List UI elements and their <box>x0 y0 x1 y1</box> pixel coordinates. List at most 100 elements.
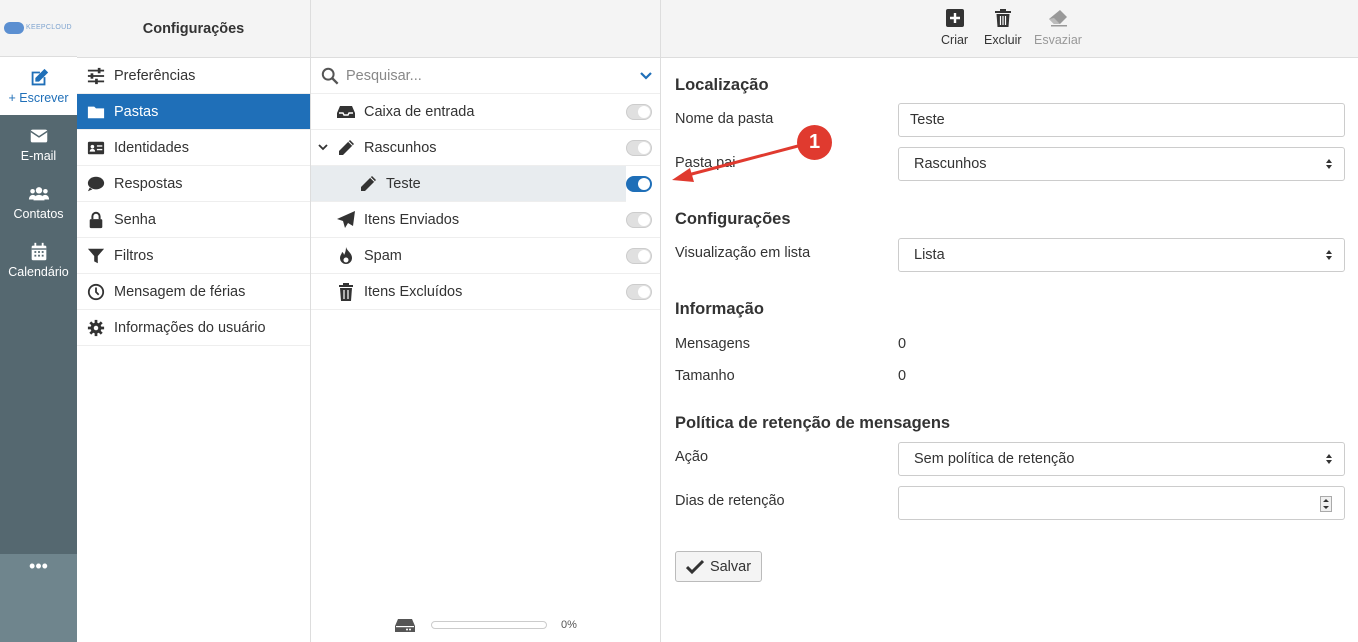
rail-item-label: E-mail <box>20 149 57 163</box>
retention-days-input[interactable] <box>898 486 1345 520</box>
rail-item-calendar[interactable]: Calendário <box>0 231 77 289</box>
folder-properties-panel: Criar Excluir Esvaziar Localização Nome … <box>661 0 1358 642</box>
compose-button[interactable]: + Escrever <box>0 57 77 115</box>
calendar-icon <box>31 242 46 261</box>
chevron-down-icon <box>318 144 328 151</box>
messages-value: 0 <box>898 336 907 352</box>
menu-item-password[interactable]: Senha <box>77 202 310 238</box>
menu-item-label: Filtros <box>114 247 154 264</box>
folder-name-label: Nome da pasta <box>675 111 774 127</box>
save-button[interactable]: Salvar <box>675 551 762 582</box>
checkmark-icon <box>685 559 704 574</box>
empty-label: Esvaziar <box>1034 33 1082 47</box>
subscribe-toggle[interactable] <box>626 284 652 300</box>
menu-item-filters[interactable]: Filtros <box>77 238 310 274</box>
menu-item-label: Respostas <box>114 175 183 192</box>
search-icon[interactable] <box>321 67 339 85</box>
parent-folder-select[interactable]: Rascunhos <box>898 147 1345 181</box>
subscribe-toggle[interactable] <box>626 212 652 228</box>
folder-row-inbox[interactable]: Caixa de entrada <box>311 94 660 130</box>
inbox-icon <box>337 105 355 118</box>
folder-label: Rascunhos <box>364 139 437 156</box>
folder-name-input[interactable]: Teste <box>898 103 1345 137</box>
select-arrows-icon <box>1326 159 1332 169</box>
rail-item-label: Calendário <box>8 265 69 279</box>
pencil-icon <box>339 139 354 155</box>
hard-drive-icon <box>395 619 415 632</box>
menu-item-label: Senha <box>114 211 156 228</box>
clock-icon <box>87 283 105 300</box>
select-arrows-icon <box>1326 250 1332 260</box>
menu-item-label: Pastas <box>114 103 159 120</box>
trash-icon <box>339 282 353 301</box>
comment-icon <box>87 176 105 191</box>
toolbar: Criar Excluir Esvaziar <box>661 0 1358 58</box>
folder-list-header <box>311 0 660 58</box>
retention-days-label: Dias de retenção <box>675 493 785 509</box>
folder-label: Caixa de entrada <box>364 103 475 120</box>
retention-action-select[interactable]: Sem política de retenção <box>898 442 1345 476</box>
rail-item-label: Contatos <box>13 207 64 221</box>
folder-row-teste[interactable]: Teste <box>311 166 660 202</box>
folder-icon <box>87 106 105 118</box>
users-icon <box>28 187 49 201</box>
menu-item-user-info[interactable]: Informações do usuário <box>77 310 310 346</box>
menu-item-label: Informações do usuário <box>114 319 266 336</box>
rail-item-email[interactable]: E-mail <box>0 115 77 173</box>
menu-item-label: Preferências <box>114 67 196 84</box>
quota-bar <box>431 621 547 629</box>
logo[interactable]: KEEPCLOUD <box>0 0 77 57</box>
app-window: KEEPCLOUD + Escrever E-mail Contatos Cal… <box>0 0 1358 642</box>
search-input[interactable] <box>346 67 632 84</box>
subscribe-toggle[interactable] <box>626 104 652 120</box>
folder-search <box>311 58 660 94</box>
empty-button[interactable]: Esvaziar <box>1034 8 1082 47</box>
menu-item-label: Mensagem de férias <box>114 283 246 300</box>
list-view-select[interactable]: Lista <box>898 238 1345 272</box>
info-section-title: Informação <box>675 300 764 318</box>
select-arrows-icon <box>1326 454 1332 464</box>
menu-item-responses[interactable]: Respostas <box>77 166 310 202</box>
retention-section-title: Política de retenção de mensagens <box>675 414 951 432</box>
lock-icon <box>89 211 103 228</box>
location-title: Localização <box>675 76 769 94</box>
folder-row-trash[interactable]: Itens Excluídos <box>311 274 660 310</box>
retention-action-value: Sem política de retenção <box>914 451 1075 467</box>
folder-row-spam[interactable]: Spam <box>311 238 660 274</box>
create-button[interactable]: Criar <box>941 8 968 47</box>
subscribe-toggle[interactable] <box>626 140 652 156</box>
number-stepper-icon[interactable] <box>1320 496 1332 512</box>
parent-folder-label: Pasta pai <box>675 155 736 171</box>
folder-label: Itens Enviados <box>364 211 460 228</box>
settings-title: Configurações <box>77 0 310 58</box>
folder-row-drafts[interactable]: Rascunhos <box>311 130 660 166</box>
annotation-badge: 1 <box>797 125 832 160</box>
id-card-icon <box>87 141 105 154</box>
brand-name: KEEPCLOUD <box>26 24 72 31</box>
create-label: Criar <box>941 33 969 47</box>
subscribe-toggle[interactable] <box>626 176 652 192</box>
rail-item-contacts[interactable]: Contatos <box>0 173 77 231</box>
trash-icon <box>994 9 1011 27</box>
subscribe-toggle[interactable] <box>626 248 652 264</box>
search-options-toggle[interactable] <box>632 58 660 94</box>
size-value: 0 <box>898 368 907 384</box>
folder-label: Itens Excluídos <box>364 283 463 300</box>
quota-percent: 0% <box>561 619 577 631</box>
parent-folder-value: Rascunhos <box>914 156 987 172</box>
folder-row-sent[interactable]: Itens Enviados <box>311 202 660 238</box>
settings-section-title: Configurações <box>675 210 791 228</box>
action-label: Ação <box>675 449 709 465</box>
pencil-icon <box>361 175 376 191</box>
eraser-icon <box>1048 10 1067 27</box>
paper-plane-icon <box>337 210 355 228</box>
menu-item-vacation[interactable]: Mensagem de férias <box>77 274 310 310</box>
menu-item-preferences[interactable]: Preferências <box>77 58 310 94</box>
expand-toggle[interactable] <box>314 144 332 151</box>
cloud-logo-icon <box>4 22 24 34</box>
envelope-icon <box>29 129 48 143</box>
menu-item-identities[interactable]: Identidades <box>77 130 310 166</box>
delete-button[interactable]: Excluir <box>984 8 1022 47</box>
menu-item-folders[interactable]: Pastas <box>77 94 310 130</box>
more-button[interactable]: ••• <box>0 554 77 642</box>
